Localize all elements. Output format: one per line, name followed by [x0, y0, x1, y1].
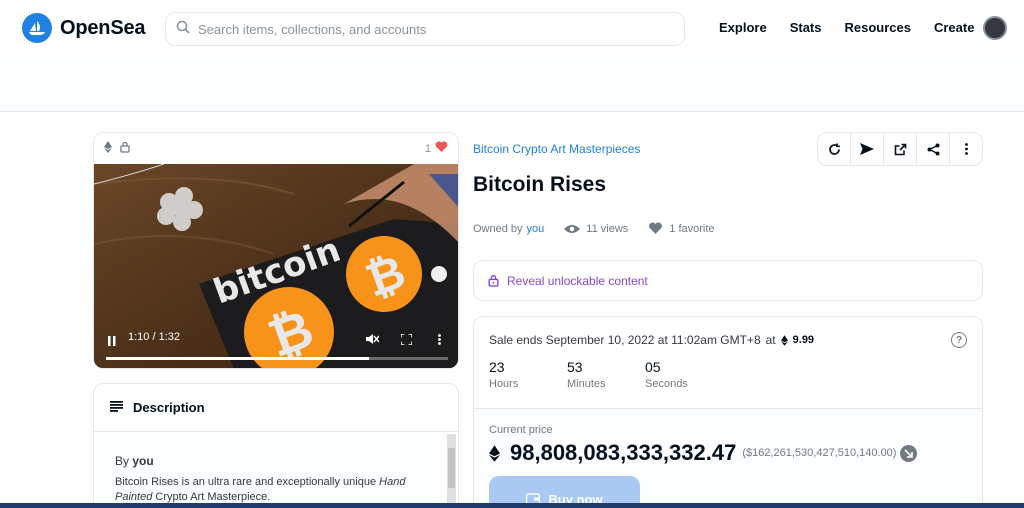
ethereum-icon [104, 140, 112, 158]
favorite-control[interactable]: 1 [425, 141, 448, 156]
opensea-logo[interactable]: OpenSea [22, 13, 146, 43]
nav-create[interactable]: Create [934, 20, 974, 35]
countdown-minutes-label: Minutes [567, 378, 606, 390]
ethereum-icon [489, 444, 500, 462]
video-progress-fill [106, 357, 370, 360]
top-header: OpenSea Explore Stats Resources Create [0, 0, 1024, 56]
description-by-prefix: By [115, 454, 130, 468]
top-banner [0, 56, 1024, 112]
countdown-seconds-label: Seconds [645, 378, 688, 390]
description-text: Bitcoin Rises is an ultra rare and excep… [115, 475, 435, 505]
search-bar[interactable] [165, 12, 685, 46]
more-options-icon[interactable] [438, 332, 441, 350]
more-vertical-icon [964, 143, 968, 155]
countdown-hours: 23 Hours [489, 359, 556, 390]
pause-icon[interactable] [108, 333, 116, 351]
current-price-label: Current price [489, 424, 553, 436]
sale-min-price: 9.99 [792, 334, 815, 346]
nav-resources[interactable]: Resources [844, 20, 910, 35]
description-body: By you Bitcoin Rises is an ultra rare an… [94, 432, 458, 508]
current-price-value: 98,808,083,333,332.47 [510, 440, 737, 465]
ethereum-icon [780, 334, 788, 346]
description-scrollbar[interactable] [447, 434, 456, 504]
share-icon [927, 143, 939, 155]
description-text-end: Crypto Art Masterpiece. [152, 491, 271, 503]
description-by-name[interactable]: you [132, 454, 153, 468]
video-progress-bar[interactable] [106, 357, 448, 360]
description-header[interactable]: Description [94, 384, 458, 432]
send-icon [860, 143, 874, 155]
lock-icon [488, 274, 499, 287]
transfer-button[interactable] [851, 133, 884, 165]
fullscreen-icon[interactable] [400, 332, 413, 350]
refresh-icon [828, 143, 840, 155]
media-card: 1 bitcoin ₿ ₿ 1:10 / 1:32 [93, 132, 459, 369]
item-meta: Owned by you 11 views 1 favorite [473, 222, 715, 235]
mute-icon[interactable] [366, 332, 380, 350]
heart-icon [435, 141, 448, 156]
nft-video[interactable]: bitcoin ₿ ₿ 1:10 / 1:32 [94, 164, 458, 368]
lock-icon [120, 140, 130, 158]
nav-stats[interactable]: Stats [790, 20, 822, 35]
favorites-count[interactable]: 1 favorite [648, 222, 715, 235]
countdown-timer: 23 Hours 53 Minutes 05 Seconds [489, 359, 967, 390]
countdown-minutes: 53 Minutes [567, 359, 634, 390]
eye-icon [564, 224, 581, 233]
arrow-down-right-icon [900, 444, 918, 462]
brand-name: OpenSea [60, 16, 146, 39]
opensea-logo-icon [22, 13, 52, 43]
media-card-header: 1 [94, 133, 458, 164]
search-input[interactable] [198, 21, 668, 37]
current-price-section: Current price 98,808,083,333,332.47 ($16… [474, 409, 982, 508]
external-link-button[interactable] [884, 133, 917, 165]
favorites-text: 1 favorite [669, 222, 715, 235]
list-icon [110, 399, 123, 417]
description-card: Description By you Bitcoin Rises is an u… [93, 383, 459, 508]
sale-at-text: at [765, 333, 776, 347]
countdown-seconds: 05 Seconds [645, 359, 712, 390]
views-text: 11 views [586, 222, 629, 235]
countdown-seconds-value: 05 [645, 359, 661, 375]
description-author: By you [115, 454, 438, 468]
description-text-middle: is an ultra rare and exceptionally uniqu… [178, 476, 380, 488]
external-link-icon [894, 143, 906, 155]
favorite-count: 1 [424, 142, 431, 155]
os-taskbar [0, 503, 1024, 508]
price-row: 98,808,083,333,332.47 ($162,261,530,427,… [489, 440, 967, 466]
profile-avatar[interactable] [983, 16, 1007, 40]
item-title: Bitcoin Rises [473, 173, 607, 196]
scrollbar-thumb[interactable] [448, 448, 455, 488]
countdown-hours-value: 23 [489, 359, 505, 375]
sale-countdown-section: Sale ends September 10, 2022 at 11:02am … [474, 317, 982, 409]
search-icon [176, 20, 190, 39]
nav-explore[interactable]: Explore [719, 20, 767, 35]
unlockable-content-button[interactable]: Reveal unlockable content [473, 260, 983, 301]
more-button[interactable] [950, 133, 982, 165]
main-nav: Explore Stats Resources Create [719, 20, 997, 35]
description-item-name: Bitcoin Rises [115, 476, 179, 488]
video-controls: 1:10 / 1:32 [94, 323, 458, 368]
owned-by-label: Owned by [473, 222, 523, 235]
description-title: Description [133, 400, 205, 415]
video-time: 1:10 / 1:32 [128, 331, 180, 343]
heart-icon [649, 222, 663, 234]
price-usd: ($162,261,530,427,510,140.00) [742, 447, 897, 459]
share-button[interactable] [917, 133, 950, 165]
sale-ends-text: Sale ends September 10, 2022 at 11:02am … [489, 333, 761, 347]
sale-panel: Sale ends September 10, 2022 at 11:02am … [473, 316, 983, 508]
sale-ends-line: Sale ends September 10, 2022 at 11:02am … [489, 333, 967, 347]
refresh-button[interactable] [818, 133, 851, 165]
help-icon[interactable]: ? [951, 332, 967, 348]
countdown-hours-label: Hours [489, 378, 519, 390]
collection-link[interactable]: Bitcoin Crypto Art Masterpieces [473, 142, 640, 156]
unlockable-label: Reveal unlockable content [507, 273, 648, 288]
item-actions [817, 132, 983, 166]
countdown-minutes-value: 53 [567, 359, 583, 375]
views-count: 11 views [564, 223, 628, 235]
owner-link[interactable]: you [527, 223, 545, 235]
